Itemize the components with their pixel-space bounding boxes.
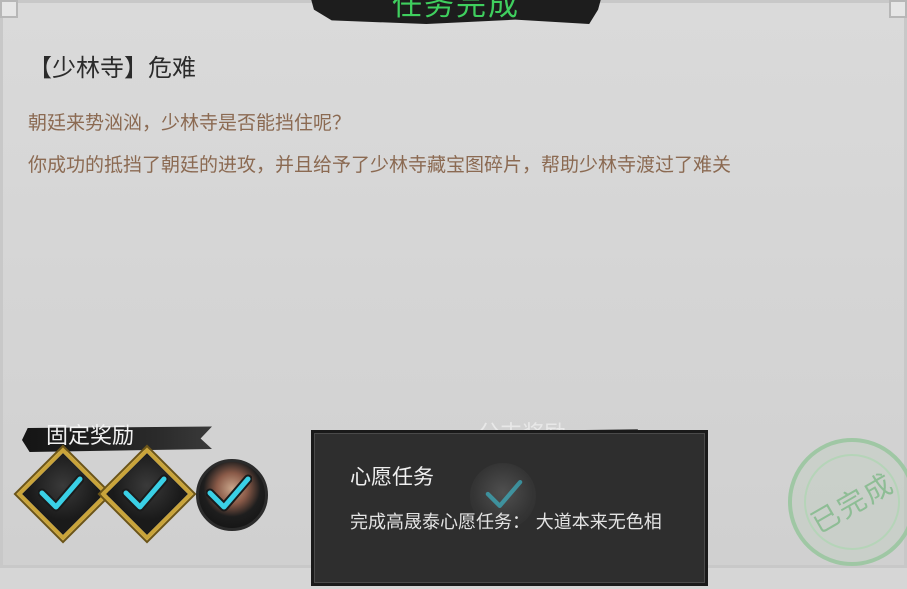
reward-item-hero-portrait[interactable] (192, 455, 268, 531)
quest-title: 【少林寺】危难 (28, 54, 196, 82)
check-icon (485, 479, 523, 509)
quest-description-line-1: 朝廷来势汹汹，少林寺是否能挡住呢？ (28, 112, 352, 134)
reward-item-scroll-1[interactable] (16, 447, 110, 541)
page-title: 任务完成 (392, 0, 520, 23)
check-icon (122, 474, 168, 512)
tooltip-description: 完成高晟泰心愿任务： 大道本来无色相 (350, 512, 662, 533)
check-icon (206, 474, 252, 512)
wish-quest-tooltip: 心愿任务 完成高晟泰心愿任务： 大道本来无色相 (311, 430, 708, 586)
fixed-reward-label: 固定奖励 (46, 424, 135, 449)
frame-corner-top-right (889, 0, 907, 18)
quest-description-line-2: 你成功的抵挡了朝廷的进攻，并且给予了少林寺藏宝图碎片，帮助少林寺渡过了难关 (28, 154, 732, 176)
check-icon (38, 474, 84, 512)
reward-item-scroll-2[interactable] (100, 447, 194, 541)
frame-corner-top-left (0, 0, 18, 18)
tooltip-title: 心愿任务 (350, 465, 434, 489)
